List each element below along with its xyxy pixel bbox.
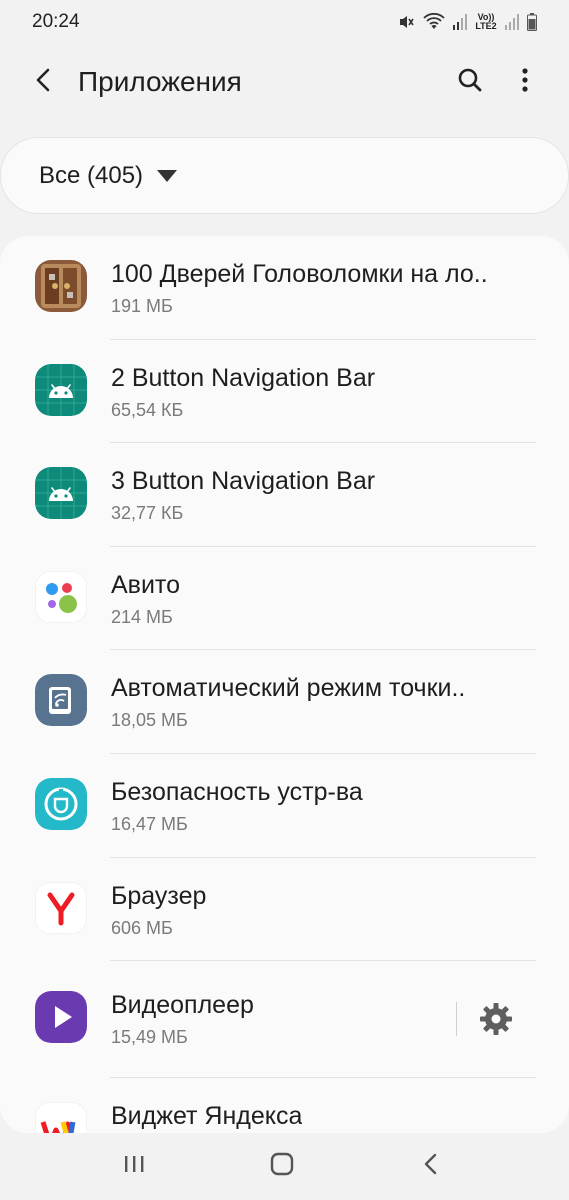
gear-icon [478, 1001, 514, 1042]
list-item[interactable]: 100 Дверей Головоломки на ло.. 191 МБ [0, 236, 569, 340]
app-size: 65,54 КБ [111, 399, 184, 420]
list-item[interactable]: 3 Button Navigation Bar 32,77 КБ [0, 443, 569, 547]
list-item[interactable]: Видеоплеер 15,49 МБ [0, 961, 569, 1079]
device-security-icon [35, 777, 87, 830]
app-list: 100 Дверей Головоломки на ло.. 191 МБ 2 … [0, 236, 569, 1133]
yandex-browser-icon [35, 881, 87, 934]
recents-icon [122, 1154, 146, 1179]
mute-icon [397, 13, 415, 31]
status-icons: Vo)) LTE2 [397, 13, 537, 31]
app-size: 606 МБ [111, 917, 173, 938]
wifi-icon [423, 13, 445, 31]
list-item[interactable]: Безопасность устр-ва 16,47 МБ [0, 754, 569, 858]
vertical-divider [456, 1002, 457, 1037]
app-name: Автоматический режим точки.. [111, 674, 466, 703]
signal-icon-2 [505, 13, 519, 31]
nav-back-icon [423, 1153, 439, 1180]
signal-icon [453, 13, 467, 31]
app-name: Авито [111, 570, 180, 599]
android-icon [35, 467, 87, 520]
battery-icon [527, 13, 537, 31]
back-button[interactable] [24, 62, 64, 102]
android-icon [35, 363, 87, 416]
back-arrow-icon [34, 68, 54, 97]
app-size: 214 МБ [111, 606, 173, 627]
doors-game-icon [35, 260, 87, 312]
search-icon [457, 67, 483, 98]
app-name: Безопасность устр-ва [111, 777, 363, 806]
dropdown-caret-icon [157, 169, 178, 182]
app-bar: Приложения [0, 44, 569, 120]
filter-label: Все (405) [39, 161, 144, 189]
app-size: 15,49 МБ [111, 1027, 188, 1048]
app-size: 191 МБ [111, 296, 173, 316]
yandex-widget-icon [35, 1102, 87, 1133]
more-options-button[interactable] [505, 62, 545, 102]
app-name: Виджет Яндекса [111, 1102, 303, 1131]
status-bar: 20:24 Vo)) LTE2 [0, 0, 569, 44]
video-player-icon [35, 991, 87, 1044]
app-name: 3 Button Navigation Bar [111, 467, 376, 496]
list-item[interactable]: Браузер 606 МБ [0, 858, 569, 962]
page-title: Приложения [78, 66, 242, 97]
more-vert-icon [521, 67, 529, 98]
app-name: Браузер [111, 881, 207, 910]
app-name: 100 Дверей Головоломки на ло.. [111, 260, 488, 288]
home-button[interactable] [252, 1146, 312, 1186]
home-icon [270, 1152, 294, 1181]
app-size: 18,05 МБ [111, 710, 188, 731]
hotspot-icon [35, 674, 87, 727]
app-settings-button[interactable] [474, 999, 518, 1043]
navigation-bar [0, 1133, 569, 1200]
search-button[interactable] [450, 62, 490, 102]
app-name: 2 Button Navigation Bar [111, 363, 376, 392]
app-size: 16,47 МБ [111, 813, 188, 834]
app-name: Видеоплеер [111, 991, 254, 1020]
app-size: 32,77 КБ [111, 503, 184, 524]
filter-dropdown[interactable]: Все (405) [0, 137, 569, 214]
list-item[interactable]: Авито 214 МБ [0, 547, 569, 651]
volte-lte2-icon: Vo)) LTE2 [475, 12, 497, 31]
status-time: 20:24 [32, 11, 80, 32]
recents-button[interactable] [104, 1146, 164, 1186]
list-item[interactable]: Автоматический режим точки.. 18,05 МБ [0, 650, 569, 754]
nav-back-button[interactable] [401, 1146, 461, 1186]
list-item[interactable]: 2 Button Navigation Bar 65,54 КБ [0, 340, 569, 444]
avito-icon [35, 570, 87, 623]
list-item[interactable]: Виджет Яндекса [0, 1078, 569, 1133]
